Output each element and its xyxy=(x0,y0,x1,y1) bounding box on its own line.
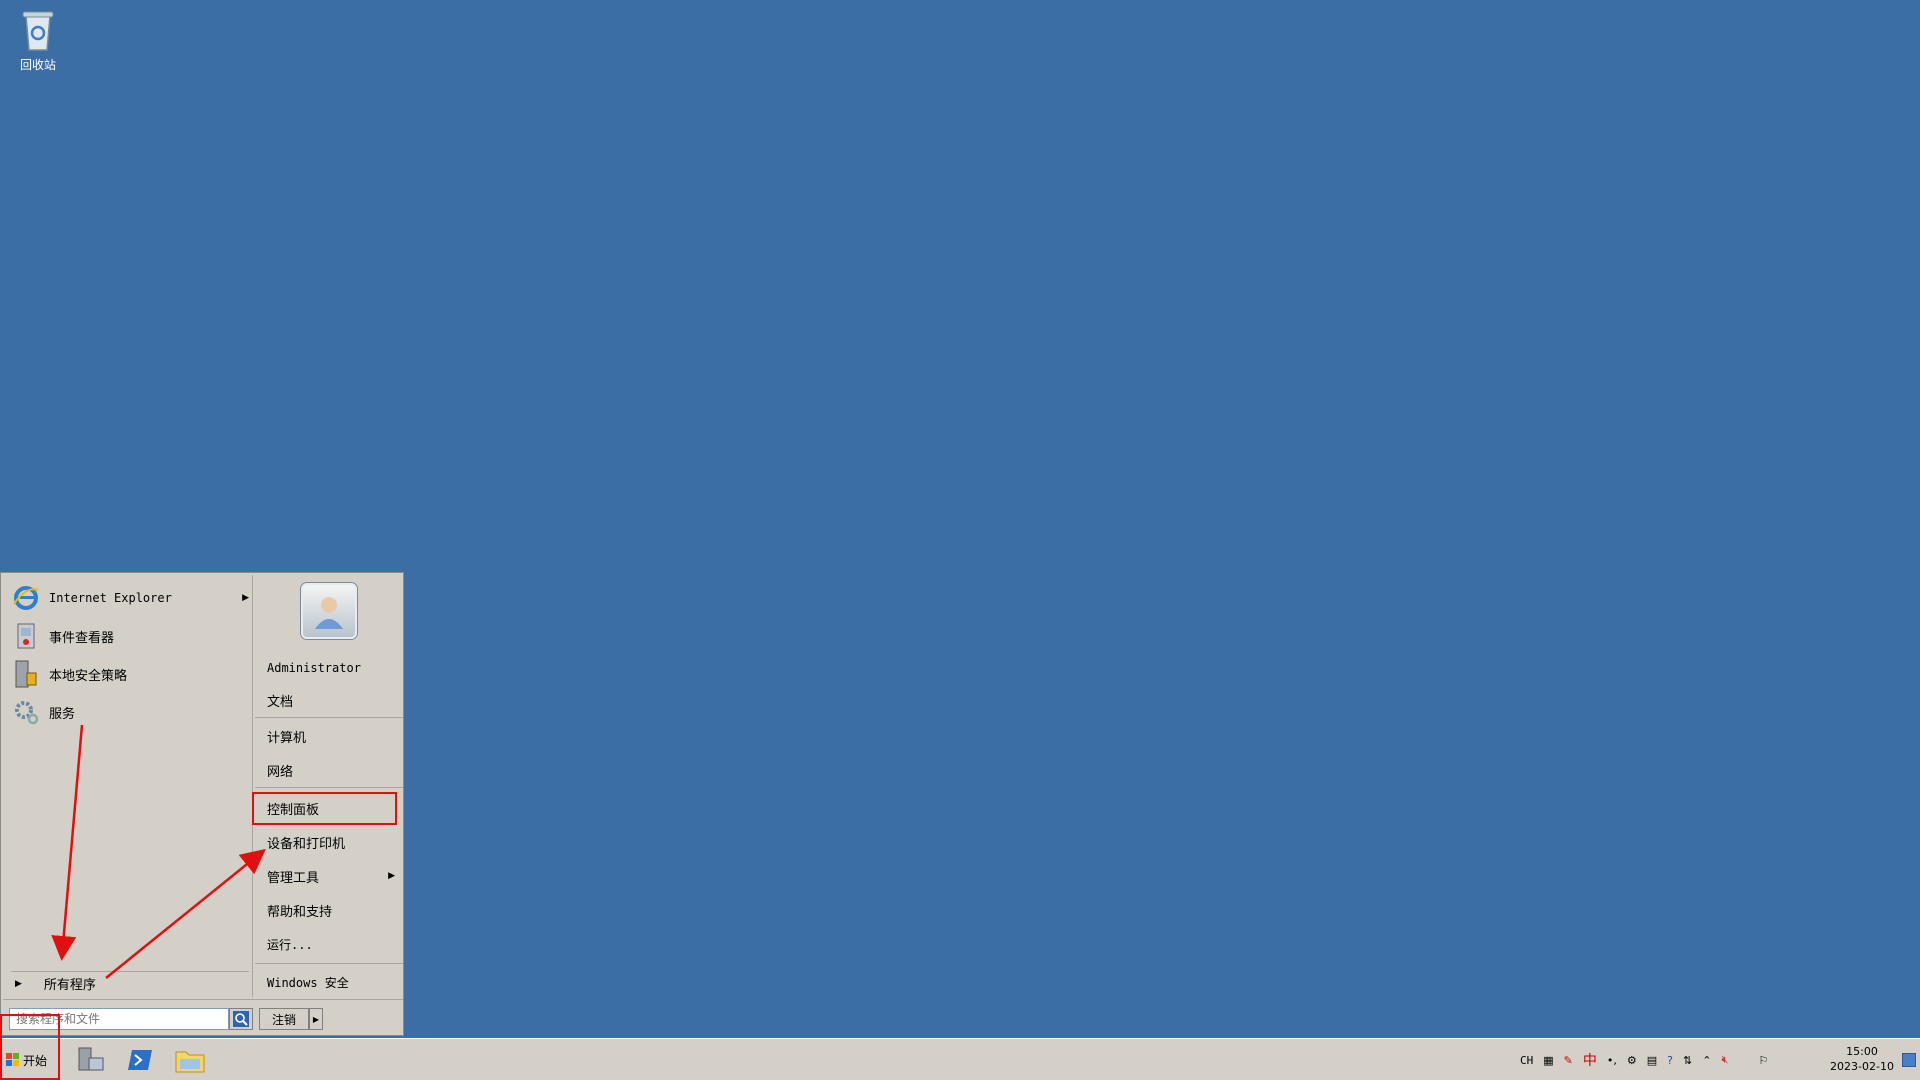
show-desktop-button[interactable] xyxy=(1902,1053,1916,1067)
logoff-label: 注销 xyxy=(271,1012,296,1027)
help-support-item[interactable]: 帮助和支持 xyxy=(263,897,399,923)
program-event-viewer[interactable]: 事件查看器 xyxy=(11,619,249,653)
user-name: Administrator xyxy=(267,661,361,675)
input-language-indicator[interactable]: CH xyxy=(1520,1054,1533,1067)
show-hidden-icons-chevron-icon[interactable]: ⌃ xyxy=(1702,1054,1711,1067)
user-name-item[interactable]: Administrator xyxy=(263,655,399,681)
submenu-arrow-icon: ▶ xyxy=(242,593,249,603)
network-label: 网络 xyxy=(267,764,294,780)
documents-item[interactable]: 文档 xyxy=(263,687,399,713)
action-center-flag-icon[interactable]: ⚐ xyxy=(1758,1054,1768,1067)
explorer-taskbar-button[interactable] xyxy=(174,1045,206,1075)
folder-icon xyxy=(175,1051,205,1073)
run-label: 运行... xyxy=(267,937,313,952)
windows-security-item[interactable]: Windows 安全 xyxy=(263,969,399,995)
devices-printers-item[interactable]: 设备和打印机 xyxy=(263,829,399,855)
annotation-box-start-button xyxy=(0,1014,60,1080)
punctuation-icon[interactable]: •, xyxy=(1607,1054,1617,1067)
separator xyxy=(255,717,403,718)
internet-explorer-icon xyxy=(11,583,41,613)
taskbar: 开始 CH ▦ ✎ 中 •, ⚙ ▤ ? ⇅ ⌃ 🔇︎ ⚐ 15:00 2023… xyxy=(0,1038,1920,1080)
keyboard-icon[interactable]: ▦ xyxy=(1543,1054,1553,1067)
ime-options-icon[interactable]: ⇅ xyxy=(1683,1054,1692,1067)
run-item[interactable]: 运行... xyxy=(263,931,399,957)
program-label: Internet Explorer xyxy=(49,591,172,605)
expand-arrow-icon: ▶ xyxy=(15,978,22,989)
help-icon[interactable]: ? xyxy=(1667,1054,1673,1067)
clock-date: 2023-02-10 xyxy=(1830,1060,1894,1073)
recycle-bin-label: 回收站 xyxy=(19,58,56,72)
user-avatar-icon[interactable] xyxy=(301,583,357,639)
local-security-policy-icon xyxy=(11,659,41,689)
services-gear-icon xyxy=(11,697,41,727)
separator xyxy=(255,963,403,964)
ime-tools-icon[interactable]: ⚙ xyxy=(1627,1054,1637,1067)
annotation-box-control-panel xyxy=(252,792,397,825)
help-support-label: 帮助和支持 xyxy=(267,904,333,920)
chevron-right-icon: ▶ xyxy=(312,1014,320,1024)
windows-security-label: Windows 安全 xyxy=(267,975,349,990)
computer-label: 计算机 xyxy=(267,730,307,746)
program-services[interactable]: 服务 xyxy=(11,695,249,729)
powershell-icon xyxy=(128,1050,152,1070)
shutdown-options-button[interactable]: ▶ xyxy=(309,1008,323,1030)
search-button[interactable] xyxy=(229,1008,253,1030)
documents-label: 文档 xyxy=(267,694,294,710)
start-menu-places-pane: Administrator 文档 计算机 网络 控制面板 设备和打印机 管理工具… xyxy=(255,575,403,997)
network-item[interactable]: 网络 xyxy=(263,757,399,783)
program-internet-explorer[interactable]: Internet Explorer ▶ xyxy=(11,581,249,615)
recycle-bin-desktop-icon[interactable]: 回收站 xyxy=(12,6,64,73)
program-label: 服务 xyxy=(49,706,76,722)
all-programs-button[interactable]: ▶ 所有程序 xyxy=(11,971,249,995)
all-programs-label: 所有程序 xyxy=(43,978,96,993)
clock-time: 15:00 xyxy=(1846,1045,1878,1058)
ime-icon[interactable]: ✎ xyxy=(1564,1054,1573,1067)
system-clock[interactable]: 15:00 2023-02-10 xyxy=(1822,1044,1902,1074)
ime-softkeyboard-icon[interactable]: ▤ xyxy=(1647,1054,1657,1067)
program-label: 事件查看器 xyxy=(49,630,115,646)
devices-printers-label: 设备和打印机 xyxy=(267,836,346,852)
program-label: 本地安全策略 xyxy=(49,668,128,684)
submenu-arrow-icon: ▶ xyxy=(388,871,395,881)
program-local-security-policy[interactable]: 本地安全策略 xyxy=(11,657,249,691)
logoff-button[interactable]: 注销 xyxy=(259,1008,309,1030)
search-icon xyxy=(233,1011,249,1027)
ime-mode-indicator[interactable]: 中 xyxy=(1583,1050,1597,1070)
start-menu-bottom-bar: 注销 ▶ xyxy=(3,999,403,1035)
event-viewer-icon xyxy=(11,621,41,651)
powershell-taskbar-button[interactable] xyxy=(124,1045,156,1075)
volume-muted-icon[interactable]: 🔇︎ xyxy=(1721,1053,1728,1067)
admin-tools-label: 管理工具 xyxy=(267,870,320,886)
server-manager-icon xyxy=(78,1047,104,1071)
start-menu-programs-pane: Internet Explorer ▶ 事件查看器 本地安全策略 服务 ▶ 所有… xyxy=(3,575,253,997)
admin-tools-item[interactable]: 管理工具 ▶ xyxy=(263,863,399,889)
recycle-bin-icon xyxy=(18,6,58,52)
server-manager-taskbar-button[interactable] xyxy=(74,1045,106,1075)
separator xyxy=(255,787,403,788)
computer-item[interactable]: 计算机 xyxy=(263,723,399,749)
